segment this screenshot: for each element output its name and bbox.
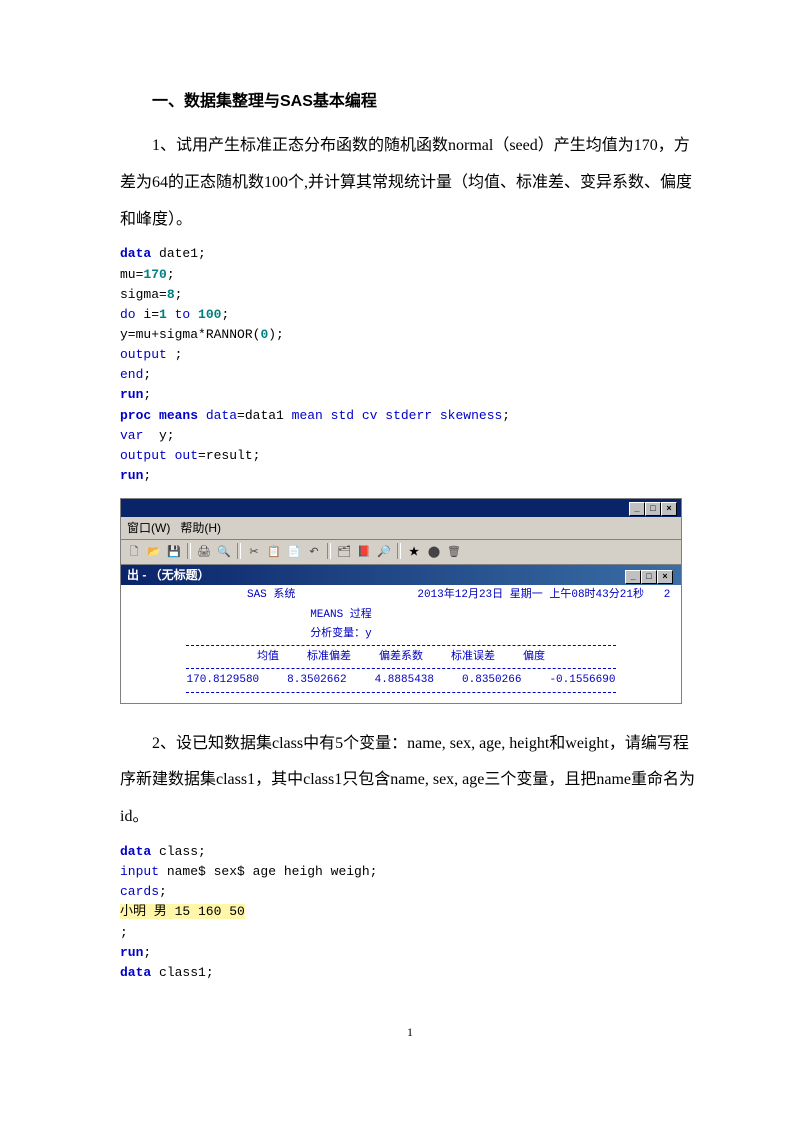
menu-window[interactable]: 窗口(W) bbox=[127, 521, 170, 535]
minimize-icon[interactable]: _ bbox=[629, 502, 645, 516]
explorer-icon[interactable]: 🗂 bbox=[335, 543, 353, 561]
titlebar: _□× bbox=[121, 499, 681, 517]
code-block-2: data class; input name$ sex$ age heigh w… bbox=[120, 842, 700, 983]
divider bbox=[186, 668, 616, 669]
inner-minimize-icon[interactable]: _ bbox=[625, 570, 641, 584]
val-se: 0.8350266 bbox=[448, 671, 535, 690]
page-number: 1 bbox=[120, 1023, 700, 1041]
library-icon[interactable]: 📕 bbox=[355, 543, 373, 561]
open-icon[interactable]: 📂 bbox=[145, 543, 163, 561]
divider bbox=[186, 692, 616, 693]
val-std: 8.3502662 bbox=[273, 671, 360, 690]
menubar[interactable]: 窗口(W) 帮助(H) bbox=[121, 517, 681, 540]
maximize-icon[interactable]: □ bbox=[645, 502, 661, 516]
sas-output: 2013年12月23日 星期一 上午08时43分21秒 2 SAS 系统 MEA… bbox=[121, 585, 681, 703]
val-mean: 170.8129580 bbox=[173, 671, 274, 690]
find-icon[interactable]: 🔎 bbox=[375, 543, 393, 561]
separator-icon bbox=[237, 543, 241, 559]
separator-icon bbox=[327, 543, 331, 559]
undo-icon[interactable]: ↶ bbox=[305, 543, 323, 561]
section-heading: 一、数据集整理与SAS基本编程 bbox=[120, 90, 700, 114]
copy-icon[interactable]: 📋 bbox=[265, 543, 283, 561]
run-icon[interactable]: ★ bbox=[405, 543, 423, 561]
preview-icon[interactable]: 🔍 bbox=[215, 543, 233, 561]
output-anal-label: 分析变量：y bbox=[125, 626, 677, 643]
page: 一、数据集整理与SAS基本编程 1、试用产生标准正态分布函数的随机函数norma… bbox=[0, 0, 800, 1071]
stop-icon[interactable]: ⬤ bbox=[425, 543, 443, 561]
inner-close-icon[interactable]: × bbox=[657, 570, 673, 584]
table-header-row: 均值 标准偏差 偏差系数 标准误差 偏度 bbox=[243, 648, 559, 667]
paste-icon[interactable]: 📄 bbox=[285, 543, 303, 561]
means-values: 170.8129580 8.3502662 4.8885438 0.835026… bbox=[173, 671, 630, 690]
val-cv: 4.8885438 bbox=[361, 671, 448, 690]
menu-help[interactable]: 帮助(H) bbox=[180, 521, 221, 535]
means-table: 均值 标准偏差 偏差系数 标准误差 偏度 bbox=[243, 648, 559, 667]
hdr-std: 标准偏差 bbox=[293, 648, 365, 667]
inner-window-controls[interactable]: _□× bbox=[625, 566, 673, 584]
divider bbox=[186, 645, 616, 646]
separator-icon bbox=[397, 543, 401, 559]
hdr-cv: 偏差系数 bbox=[365, 648, 437, 667]
hdr-mean: 均值 bbox=[243, 648, 293, 667]
output-proc-label: MEANS 过程 bbox=[125, 607, 677, 624]
window-controls[interactable]: _□× bbox=[629, 500, 677, 517]
clear-icon[interactable]: 🗑 bbox=[445, 543, 463, 561]
close-icon[interactable]: × bbox=[661, 502, 677, 516]
val-skew: -0.1556690 bbox=[535, 671, 629, 690]
hdr-se: 标准误差 bbox=[437, 648, 509, 667]
sas-output-window: _□× 窗口(W) 帮助(H) 🗋 📂 💾 🖨 🔍 ✂ 📋 📄 ↶ 🗂 📕 🔎 … bbox=[120, 498, 682, 704]
print-icon[interactable]: 🖨 bbox=[195, 543, 213, 561]
inner-maximize-icon[interactable]: □ bbox=[641, 570, 657, 584]
new-icon[interactable]: 🗋 bbox=[125, 543, 143, 561]
cut-icon[interactable]: ✂ bbox=[245, 543, 263, 561]
table-row: 170.8129580 8.3502662 4.8885438 0.835026… bbox=[173, 671, 630, 690]
paragraph-1: 1、试用产生标准正态分布函数的随机函数normal（seed）产生均值为170，… bbox=[120, 128, 700, 238]
separator-icon bbox=[187, 543, 191, 559]
kw-data: data bbox=[120, 246, 151, 261]
toolbar[interactable]: 🗋 📂 💾 🖨 🔍 ✂ 📋 📄 ↶ 🗂 📕 🔎 ★ ⬤ 🗑 bbox=[121, 540, 681, 565]
paragraph-2: 2、设已知数据集class中有5个变量：name, sex, age, heig… bbox=[120, 726, 700, 836]
output-subtitle: 出 - （无标题） _□× bbox=[121, 565, 681, 585]
hdr-skew: 偏度 bbox=[509, 648, 559, 667]
output-timestamp: 2013年12月23日 星期一 上午08时43分21秒 2 bbox=[417, 587, 677, 604]
code-block-1: data date1; mu=170; sigma=8; do i=1 to 1… bbox=[120, 244, 700, 486]
save-icon[interactable]: 💾 bbox=[165, 543, 183, 561]
highlighted-data-line: 小明 男 15 160 50 bbox=[120, 904, 245, 919]
